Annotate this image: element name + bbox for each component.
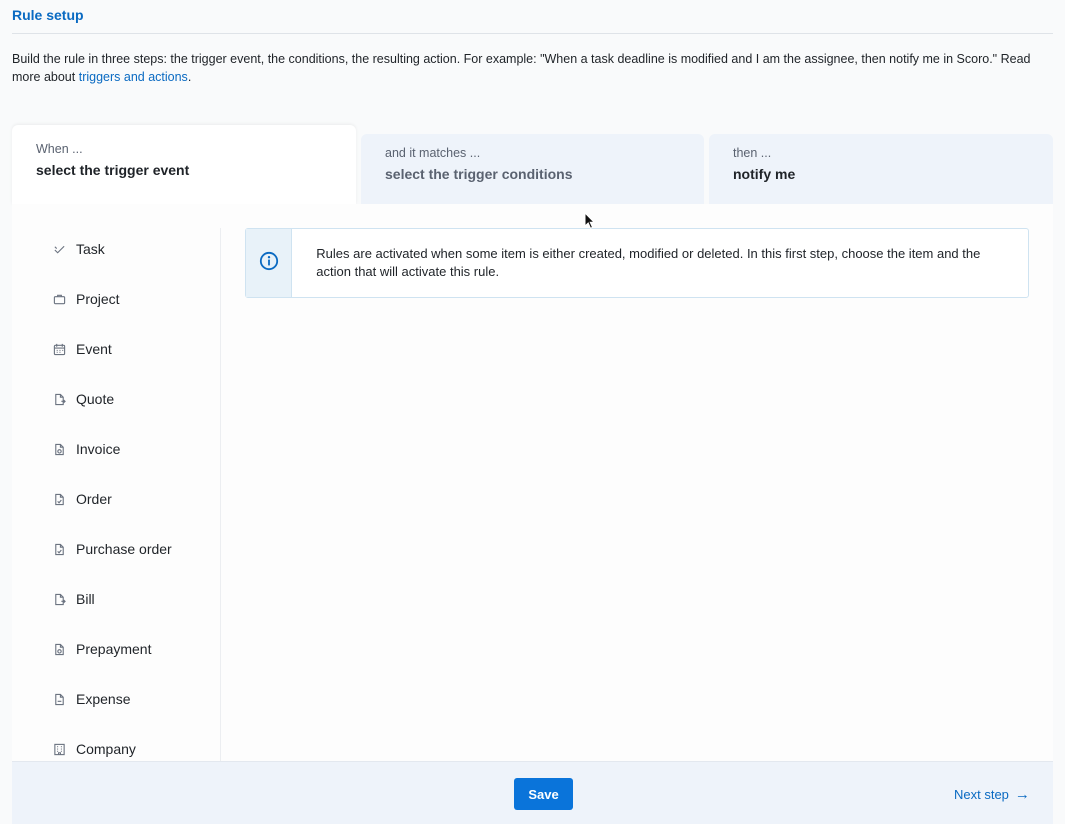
sidebar-item-prepayment[interactable]: Prepayment [52,634,212,664]
sidebar-item-quote[interactable]: Quote [52,384,212,414]
expense-doc-icon [52,692,66,706]
sidebar-item-label: Prepayment [76,641,152,657]
footer-bar: Save Next step → [12,761,1053,824]
next-step-link[interactable]: Next step → [954,786,1030,803]
sidebar-item-label: Bill [76,591,95,607]
sidebar-item-label: Task [76,241,105,257]
prepayment-doc-icon [52,642,66,656]
triggers-and-actions-link[interactable]: triggers and actions [79,70,188,84]
purchase-order-doc-icon [52,542,66,556]
sidebar-item-project[interactable]: Project [52,284,212,314]
sidebar-item-label: Quote [76,391,115,407]
sidebar-item-label: Invoice [76,441,121,457]
sidebar-item-label: Event [76,341,112,357]
quote-doc-icon [52,392,66,406]
arrow-right-icon: → [1014,786,1030,803]
sidebar-item-expense[interactable]: Expense [52,684,212,714]
info-notice-text: Rules are activated when some item is ei… [316,246,981,279]
info-icon-box [246,229,293,297]
sidebar-item-order[interactable]: Order [52,484,212,514]
sidebar-item-company[interactable]: Company [52,734,212,764]
intro-text-end: . [187,70,192,84]
order-doc-icon [52,492,66,506]
tab-trigger-conditions-title: select the trigger conditions [385,166,573,182]
header-divider [12,33,1053,34]
sidebar-item-label: Purchase order [76,541,172,557]
trigger-panel: Task Project Event Quote Invoice Order P… [12,204,1053,761]
tab-action[interactable]: then ... notify me [709,134,1053,204]
info-icon [259,251,279,276]
tab-action-caption: then ... [733,146,772,160]
sidebar-item-invoice[interactable]: Invoice [52,434,212,464]
sidebar-item-label: Order [76,491,112,507]
sidebar-item-bill[interactable]: Bill [52,584,212,614]
info-notice: Rules are activated when some item is ei… [245,228,1029,298]
sidebar-item-task[interactable]: Task [52,234,212,264]
save-button[interactable]: Save [514,778,573,810]
mouse-cursor-icon [584,211,596,235]
bill-doc-icon [52,592,66,606]
tab-trigger-conditions-caption: and it matches ... [385,146,481,160]
tab-trigger-conditions[interactable]: and it matches ... select the trigger co… [361,134,704,204]
page-title: Rule setup [12,7,84,23]
next-step-label: Next step [954,787,1009,802]
intro-text: Build the rule in three steps: the trigg… [12,50,1057,86]
sidebar-item-label: Project [76,291,120,307]
invoice-doc-icon [52,442,66,456]
tab-trigger-event-caption: When ... [36,142,83,156]
tab-action-title: notify me [733,166,796,182]
tab-trigger-event[interactable]: When ... select the trigger event [12,125,356,205]
building-icon [52,742,66,756]
tab-trigger-event-title: select the trigger event [36,162,190,178]
sidebar-item-label: Company [76,741,136,757]
task-icon [52,242,66,256]
calendar-icon [52,342,66,356]
briefcase-icon [52,292,66,306]
sidebar-item-event[interactable]: Event [52,334,212,364]
sidebar-item-label: Expense [76,691,131,707]
item-type-list: Task Project Event Quote Invoice Order P… [12,228,221,761]
sidebar-item-purchase-order[interactable]: Purchase order [52,534,212,564]
